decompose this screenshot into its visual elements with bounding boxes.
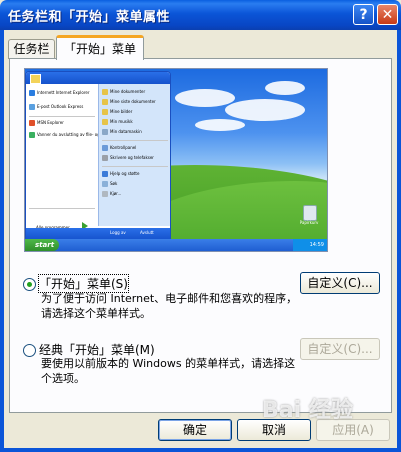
preview-tray-clock: 14:59 (293, 239, 327, 251)
start-menu-preview: Papirkurv Internett Internet Explorer E-… (24, 68, 328, 252)
recycle-bin-icon (303, 205, 317, 221)
start-menu-item: Min datamaskin (102, 129, 142, 135)
window-frame-left (0, 30, 4, 452)
printer-icon (102, 155, 108, 161)
start-menu-item: Mine siste dokumenter (102, 99, 156, 105)
run-icon (102, 191, 108, 197)
window-title: 任务栏和「开始」菜单属性 (8, 10, 171, 25)
log-off-label: Logg av (110, 230, 126, 235)
transfer-icon (29, 132, 35, 138)
divider (102, 140, 168, 141)
recycle-bin-label: Papirkurv (299, 220, 319, 225)
title-bar[interactable]: 任务栏和「开始」菜单属性 ? ✕ (0, 0, 401, 30)
cloud (175, 89, 235, 107)
customize-start-menu-button[interactable]: 自定义(C)... (300, 272, 380, 294)
start-menu-item: E-post Outlook Express (29, 104, 83, 110)
msn-icon (29, 120, 35, 126)
classic-start-menu-radio[interactable] (23, 344, 36, 357)
control-panel-icon (102, 145, 108, 151)
start-menu-item: Mine bilder (102, 109, 132, 115)
preview-taskbar (25, 239, 327, 251)
start-menu-item: Kontrollpanel (102, 145, 136, 151)
divider (29, 208, 95, 209)
classic-start-menu-option-description: 要使用以前版本的 Windows 的菜单样式，请选择这个选项。 (41, 357, 296, 385)
preview-start-menu: Internett Internet Explorer E-post Outlo… (25, 71, 171, 241)
baidu-watermark: Bai 经验 (262, 398, 353, 423)
tab-start-menu[interactable]: 「开始」菜单 (56, 35, 144, 60)
start-menu-item: Mine dokumenter (102, 89, 145, 95)
computer-icon (102, 129, 108, 135)
start-menu-radio[interactable] (23, 278, 36, 291)
start-menu-item: Skrivere og telefakser (102, 155, 154, 161)
start-menu-header (26, 72, 170, 84)
cloud (265, 81, 305, 95)
shut-down-label: Avslutt (140, 230, 154, 235)
window-frame-bottom (0, 448, 401, 452)
divider (29, 116, 95, 117)
start-menu-left-pane: Internett Internet Explorer E-post Outlo… (26, 84, 124, 240)
internet-icon (29, 90, 35, 96)
search-icon (102, 181, 108, 187)
start-menu-item: Søk (102, 181, 117, 187)
music-folder-icon (102, 119, 108, 125)
email-icon (29, 104, 35, 110)
ok-button[interactable]: 确定 (158, 419, 232, 441)
start-menu-item: Min musikk (102, 119, 133, 125)
cloud (195, 119, 245, 131)
divider (102, 166, 168, 167)
preview-start-button: start (25, 239, 59, 251)
start-menu-option-description: 为了便于访问 Internet、电子邮件和您喜欢的程序，请选择这个菜单样式。 (41, 292, 298, 320)
start-menu-item: Hjelp og støtte (102, 171, 139, 177)
folder-icon (102, 99, 108, 105)
help-button[interactable]: ? (353, 4, 374, 25)
start-menu-right-pane: Mine dokumenter Mine siste dokumenter Mi… (98, 84, 170, 226)
customize-classic-menu-button[interactable]: 自定义(C)... (300, 338, 380, 360)
close-button[interactable]: ✕ (377, 4, 398, 25)
help-icon (102, 171, 108, 177)
user-picture-icon (30, 74, 41, 84)
tab-taskbar[interactable]: 任务栏 (8, 39, 55, 59)
window-frame-right (397, 30, 401, 452)
start-menu-option-label[interactable]: 「开始」菜单(S) (38, 274, 129, 293)
folder-icon (102, 109, 108, 115)
cloud (225, 99, 305, 121)
start-menu-item: MSN Explorer (29, 120, 64, 126)
folder-icon (102, 89, 108, 95)
start-menu-item: Kjør... (102, 191, 121, 197)
start-menu-item: Internett Internet Explorer (29, 90, 90, 96)
